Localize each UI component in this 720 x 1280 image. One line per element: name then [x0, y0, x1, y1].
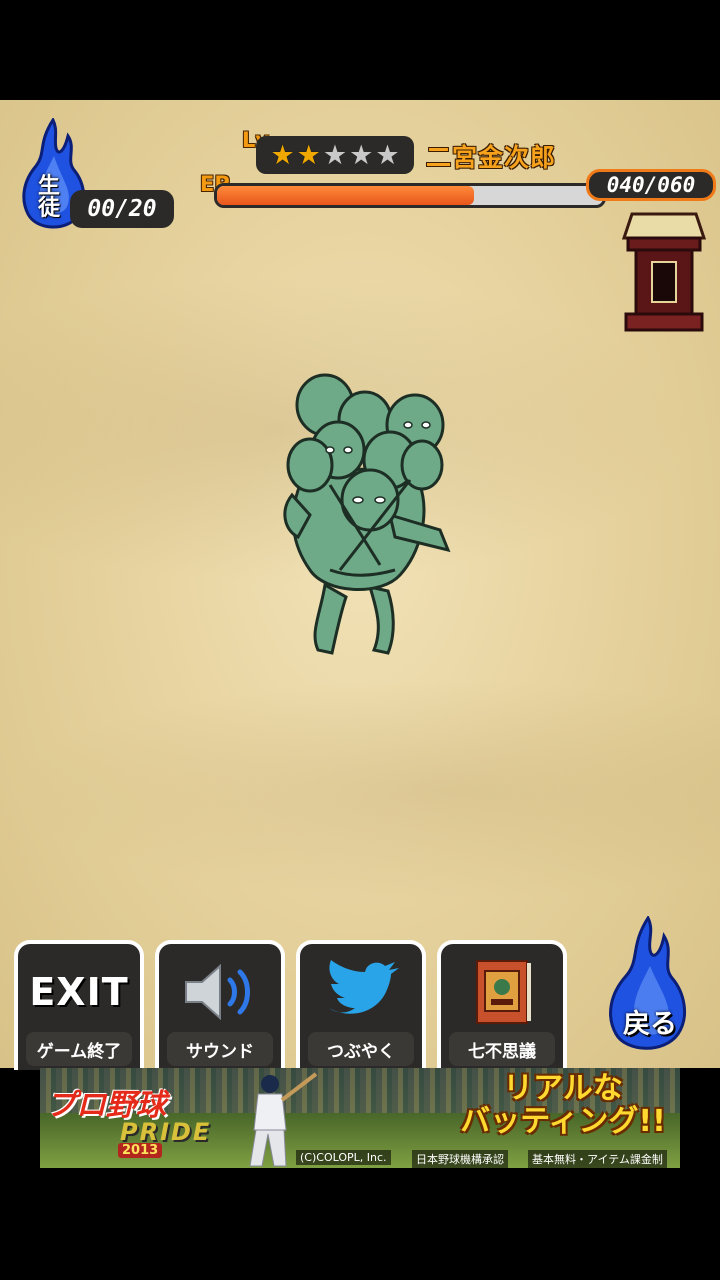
ep-progress-fill	[217, 186, 475, 205]
star-empty-icon: ★	[375, 139, 400, 171]
book-icon	[441, 954, 563, 1030]
tweet-button[interactable]: つぶやく	[296, 940, 426, 1070]
character-name: 二宮金次郎	[426, 143, 557, 172]
ad-banner[interactable]: プロ野球 PRIDE 2013 リアルな バッティング!! (C)COLOPL,…	[40, 1068, 680, 1168]
students-counter: 00/20	[70, 190, 174, 228]
sound-label: サウンド	[167, 1032, 273, 1066]
exit-game-label: ゲーム終了	[26, 1032, 132, 1066]
star-filled-icon: ★	[296, 139, 321, 171]
ep-progress-bar	[214, 183, 606, 208]
shrine-icon[interactable]	[621, 212, 707, 334]
exit-icon: EXIT	[29, 970, 129, 1014]
star-empty-icon: ★	[349, 139, 374, 171]
ad-headline-line2: バッティング!!	[460, 1104, 666, 1139]
tweet-label: つぶやく	[308, 1032, 414, 1066]
students-label: 生徒	[37, 174, 60, 221]
speaker-icon	[159, 954, 281, 1030]
ad-pricing: 基本無料・アイテム課金制	[528, 1150, 667, 1168]
level-stars: ★ ★ ★ ★ ★	[256, 136, 414, 174]
star-filled-icon: ★	[270, 139, 295, 171]
seven-wonders-button[interactable]: 七不思議	[437, 940, 567, 1070]
ad-logo-sub: PRIDE	[120, 1118, 212, 1146]
ad-copyright: (C)COLOPL, Inc.	[296, 1150, 391, 1165]
ad-headline-line1: リアルな	[503, 1071, 623, 1106]
ad-headline: リアルな バッティング!!	[448, 1072, 678, 1138]
sound-button[interactable]: サウンド	[155, 940, 285, 1070]
exit-game-button[interactable]: EXIT ゲーム終了	[14, 940, 144, 1070]
ad-license: 日本野球機構承認	[412, 1150, 508, 1168]
back-button[interactable]: 戻る	[606, 914, 688, 1056]
star-empty-icon: ★	[322, 139, 348, 171]
twitter-bird-icon	[300, 954, 422, 1030]
statue-character[interactable]	[270, 365, 460, 665]
ep-value: 040/060	[586, 169, 716, 201]
back-label: 戻る	[623, 1009, 677, 1040]
seven-wonders-label: 七不思議	[449, 1032, 555, 1066]
ad-year: 2013	[118, 1143, 163, 1158]
